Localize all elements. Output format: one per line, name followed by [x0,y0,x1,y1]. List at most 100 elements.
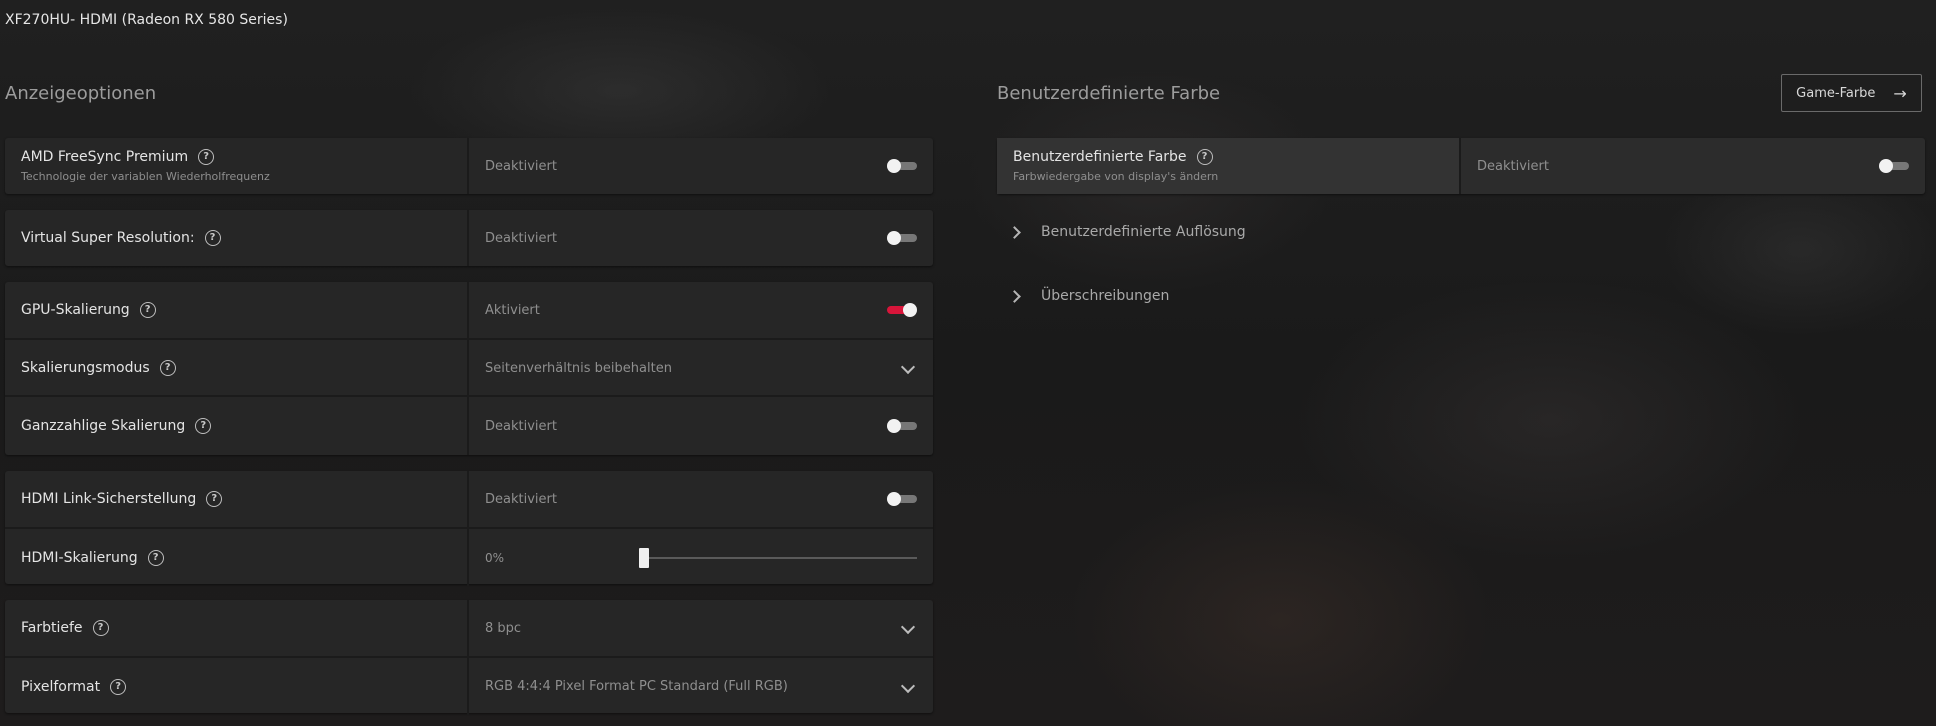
custom-color-panel: Benutzerdefinierte Farbe ? Farbwiedergab… [997,138,1925,194]
custom-color-row: Benutzerdefinierte Farbe ? Farbwiedergab… [997,138,1925,194]
scaling-mode-value: Seitenverhältnis beibehalten [485,360,672,376]
gpu-scaling-label-line: GPU-Skalierung ? [21,302,467,318]
hdmi-scaling-value-cell: 0% [469,529,933,586]
integer-scaling-label-cell: Ganzzahlige Skalierung ? [5,397,469,455]
scaling-mode-dropdown[interactable]: Seitenverhältnis beibehalten [469,340,933,396]
section-title-display-options: Anzeigeoptionen [5,83,157,104]
help-circle-icon[interactable]: ? [204,230,221,246]
color-depth-row: Farbtiefe ? 8 bpc [5,600,933,656]
hdmi-link-row: HDMI Link-Sicherstellung ? Deaktiviert [5,471,933,527]
custom-color-label-line: Benutzerdefinierte Farbe ? [1013,149,1459,165]
help-circle-icon[interactable]: ? [1196,149,1213,165]
scaling-mode-label: Skalierungsmodus [21,360,150,376]
color-format-panel: Farbtiefe ? 8 bpc Pixelformat ? RGB 4:4:… [5,600,933,715]
scaling-mode-label-line: Skalierungsmodus ? [21,360,467,376]
game-color-button[interactable]: Game-Farbe → [1781,74,1922,112]
hdmi-link-value-cell: Deaktiviert [469,471,933,527]
hdmi-link-label: HDMI Link-Sicherstellung [21,491,197,507]
hdmi-scaling-row: HDMI-Skalierung ? 0% [5,527,933,586]
hdmi-scaling-label-cell: HDMI-Skalierung ? [5,529,469,586]
help-circle-icon[interactable]: ? [159,360,176,376]
pixel-format-label-cell: Pixelformat ? [5,658,469,715]
freesync-value-cell: Deaktiviert [469,138,933,194]
freesync-label-line: AMD FreeSync Premium ? [21,149,467,165]
window-title: XF270HU- HDMI (Radeon RX 580 Series) [5,12,288,28]
hdmi-link-value: Deaktiviert [485,491,557,507]
custom-color-label: Benutzerdefinierte Farbe [1013,149,1187,165]
integer-scaling-label-line: Ganzzahlige Skalierung ? [21,418,467,434]
pixel-format-row: Pixelformat ? RGB 4:4:4 Pixel Format PC … [5,656,933,715]
expander-custom-resolution[interactable]: Benutzerdefinierte Auflösung [1008,224,1246,240]
freesync-toggle[interactable] [887,159,917,173]
pixel-format-label-line: Pixelformat ? [21,678,467,695]
hdmi-scaling-value: 0% [485,550,505,565]
gpu-scaling-label: GPU-Skalierung [21,302,130,318]
chevron-down-icon [900,678,916,693]
chevron-right-icon [1008,225,1021,239]
freesync-panel: AMD FreeSync Premium ? Technologie der v… [5,138,933,194]
gpu-scaling-label-cell: GPU-Skalierung ? [5,282,469,338]
custom-color-label-cell: Benutzerdefinierte Farbe ? Farbwiedergab… [997,138,1461,194]
scaling-mode-label-cell: Skalierungsmodus ? [5,340,469,396]
expander-overrides-label: Überschreibungen [1041,288,1170,304]
help-circle-icon[interactable]: ? [206,491,223,507]
chevron-down-icon [900,359,916,375]
pixel-format-dropdown[interactable]: RGB 4:4:4 Pixel Format PC Standard (Full… [469,658,933,715]
hdmi-link-label-line: HDMI Link-Sicherstellung ? [21,491,467,507]
section-title-custom-color: Benutzerdefinierte Farbe [997,83,1221,104]
vsr-value-cell: Deaktiviert [469,210,933,266]
color-depth-label-cell: Farbtiefe ? [5,600,469,656]
color-depth-dropdown[interactable]: 8 bpc [469,600,933,656]
game-color-button-label: Game-Farbe [1796,85,1876,101]
vsr-row: Virtual Super Resolution: ? Deaktiviert [5,210,933,266]
help-circle-icon[interactable]: ? [195,418,212,434]
integer-scaling-value: Deaktiviert [485,418,557,434]
pixel-format-value: RGB 4:4:4 Pixel Format PC Standard (Full… [485,679,788,694]
hdmi-link-toggle[interactable] [887,492,917,506]
integer-scaling-toggle[interactable] [887,419,917,433]
custom-color-value: Deaktiviert [1477,158,1549,174]
gpu-scaling-toggle[interactable] [887,303,917,317]
arrow-right-icon: → [1893,83,1907,103]
custom-color-toggle[interactable] [1879,159,1909,173]
vsr-toggle[interactable] [887,231,917,245]
pixel-format-label: Pixelformat [21,678,101,695]
gpu-scaling-value-cell: Aktiviert [469,282,933,338]
expander-custom-resolution-label: Benutzerdefinierte Auflösung [1041,224,1246,240]
help-circle-icon[interactable]: ? [198,149,215,165]
hdmi-scaling-slider-handle[interactable] [639,547,649,568]
vsr-value: Deaktiviert [485,230,557,246]
help-circle-icon[interactable]: ? [92,620,109,636]
freesync-value: Deaktiviert [485,158,557,174]
integer-scaling-label: Ganzzahlige Skalierung [21,418,186,434]
freesync-sublabel: Technologie der variablen Wiederholfrequ… [21,170,270,183]
color-depth-value: 8 bpc [485,620,522,636]
custom-color-sublabel: Farbwiedergabe von display's ändern [1013,170,1219,183]
hdmi-panel: HDMI Link-Sicherstellung ? Deaktiviert H… [5,471,933,586]
hdmi-scaling-label-line: HDMI-Skalierung ? [21,549,467,566]
gpu-scaling-panel: GPU-Skalierung ? Aktiviert Skalierungsmo… [5,282,933,455]
freesync-row: AMD FreeSync Premium ? Technologie der v… [5,138,933,194]
help-circle-icon[interactable]: ? [139,302,156,318]
freesync-label: AMD FreeSync Premium [21,149,189,165]
chevron-down-icon [900,619,916,635]
scaling-mode-row: Skalierungsmodus ? Seitenverhältnis beib… [5,338,933,396]
gpu-scaling-row: GPU-Skalierung ? Aktiviert [5,282,933,338]
vsr-panel: Virtual Super Resolution: ? Deaktiviert [5,210,933,266]
gpu-scaling-value: Aktiviert [485,302,540,318]
integer-scaling-value-cell: Deaktiviert [469,397,933,455]
hdmi-link-label-cell: HDMI Link-Sicherstellung ? [5,471,469,527]
vsr-label-cell: Virtual Super Resolution: ? [5,210,469,266]
freesync-label-cell: AMD FreeSync Premium ? Technologie der v… [5,138,469,194]
chevron-right-icon [1008,289,1021,303]
color-depth-label: Farbtiefe [21,620,83,636]
vsr-label-line: Virtual Super Resolution: ? [21,230,467,246]
help-circle-icon[interactable]: ? [147,549,164,566]
expander-overrides[interactable]: Überschreibungen [1008,288,1170,304]
hdmi-scaling-label: HDMI-Skalierung [21,549,138,566]
vsr-label: Virtual Super Resolution: [21,230,195,246]
integer-scaling-row: Ganzzahlige Skalierung ? Deaktiviert [5,395,933,455]
color-depth-label-line: Farbtiefe ? [21,620,467,636]
help-circle-icon[interactable]: ? [110,678,127,695]
hdmi-scaling-slider-track[interactable] [644,556,917,559]
